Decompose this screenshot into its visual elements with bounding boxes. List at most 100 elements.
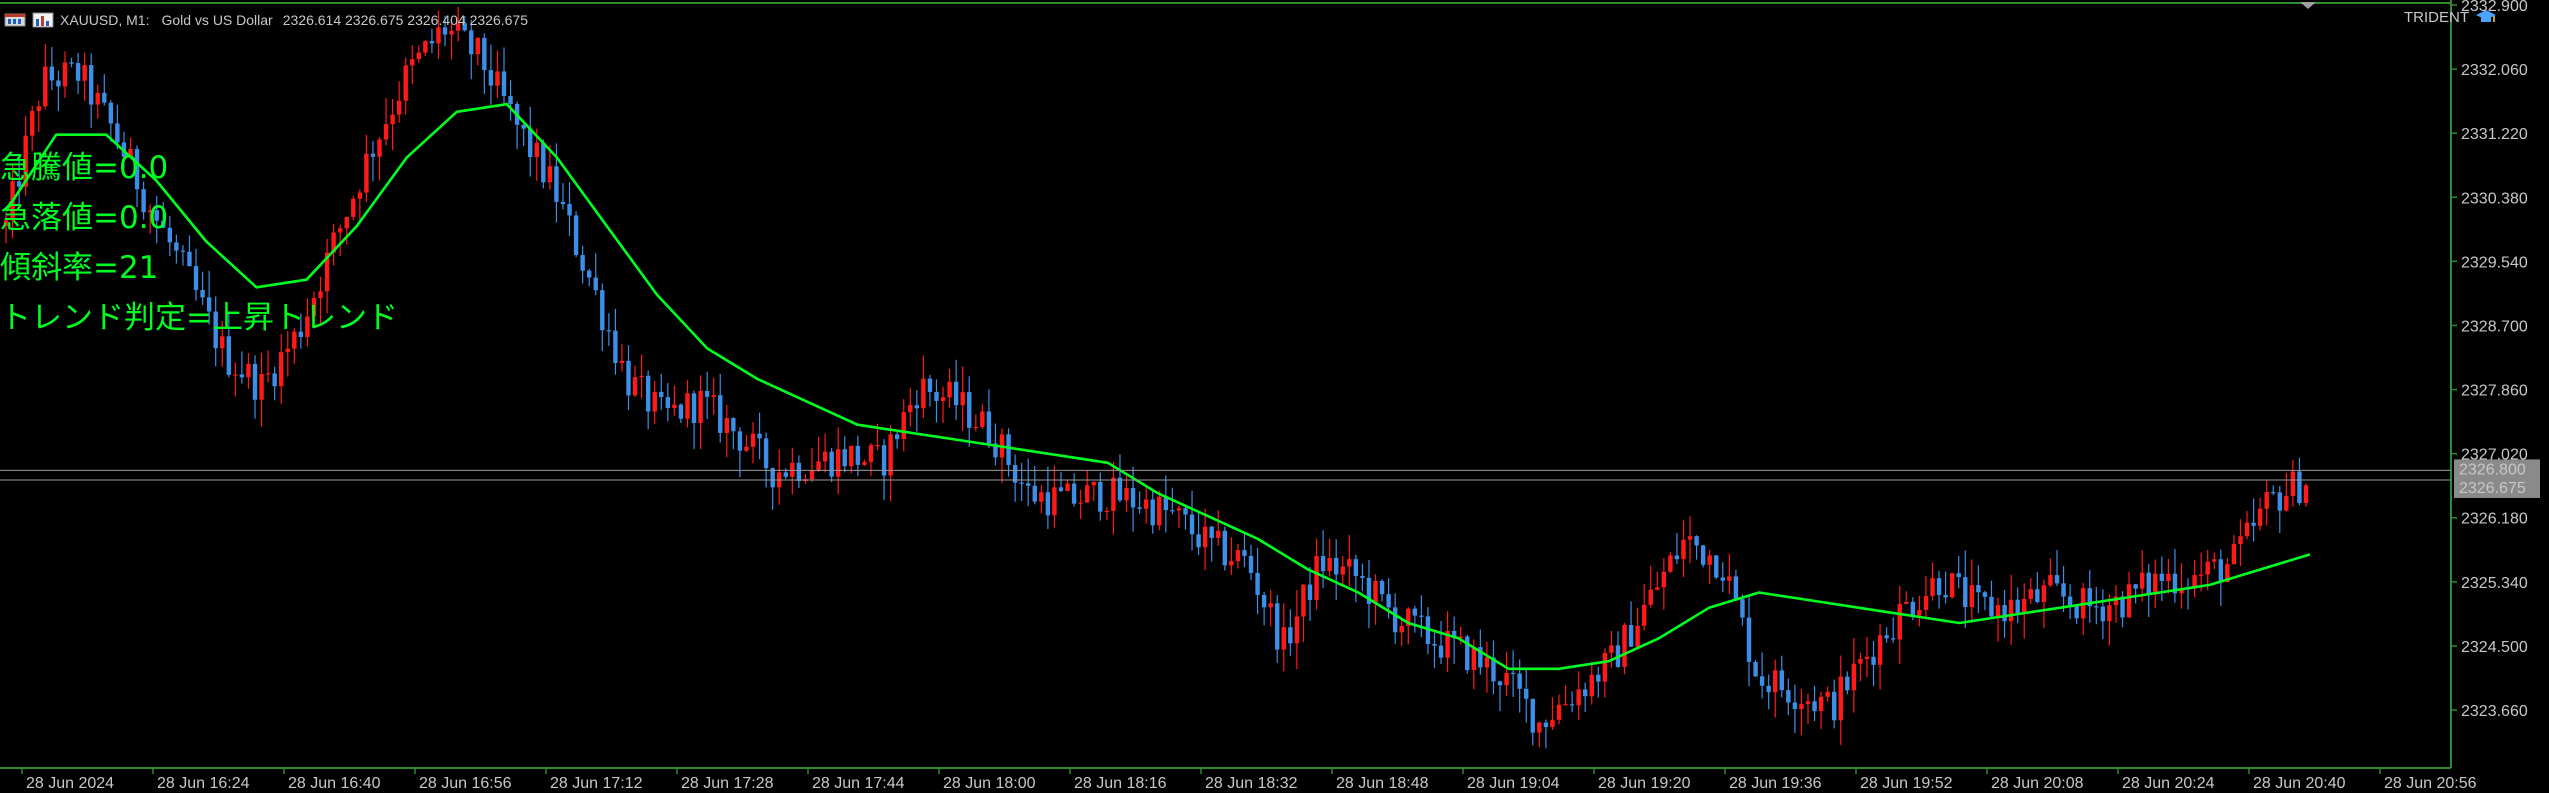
candle-body xyxy=(1091,481,1096,486)
candle-body xyxy=(1432,643,1437,646)
candle-body xyxy=(554,166,559,202)
candle-body xyxy=(1910,601,1916,616)
candle-body xyxy=(1301,584,1306,617)
candle-body xyxy=(1255,572,1260,595)
candle-body xyxy=(285,348,290,353)
candle-body xyxy=(1320,555,1326,572)
candle-body xyxy=(1655,587,1660,590)
candle-body xyxy=(2002,605,2007,622)
candle-body xyxy=(1786,690,1791,703)
candle-body xyxy=(1641,604,1647,626)
x-tick-label: 28 Jun 20:56 xyxy=(2384,775,2477,792)
candle-body xyxy=(69,62,74,64)
x-tick-label: 28 Jun 18:16 xyxy=(1074,775,1167,792)
candle-body xyxy=(1674,555,1680,560)
candle-body xyxy=(180,250,186,252)
candle-body xyxy=(75,63,81,81)
candle-body xyxy=(960,392,965,406)
candle-body xyxy=(1104,510,1110,513)
candle-body xyxy=(894,434,900,440)
candle-body xyxy=(639,375,644,378)
candle-body xyxy=(2028,589,2033,599)
candle-body xyxy=(1550,719,1555,728)
price-tag-label: 2326.675 xyxy=(2459,480,2526,497)
candle-body xyxy=(731,418,736,432)
candle-body xyxy=(2257,508,2263,526)
candle-body xyxy=(750,433,756,447)
candle-body xyxy=(1779,670,1784,691)
candle-body xyxy=(1904,601,1909,604)
candle-body xyxy=(829,451,834,477)
candle-body xyxy=(986,411,992,444)
candle-body xyxy=(1124,487,1129,501)
bar-chart-icon[interactable] xyxy=(32,12,54,28)
price-chart[interactable]: 2332.9002332.0602331.2202330.3802329.540… xyxy=(0,0,2549,793)
candle-body xyxy=(2251,522,2256,526)
candle-body xyxy=(1877,635,1883,665)
chart-shift-marker xyxy=(2300,2,2316,9)
chart-window-icon[interactable] xyxy=(4,12,26,28)
candle-body xyxy=(934,391,939,401)
candle-body xyxy=(1661,571,1667,588)
candle-body xyxy=(1681,539,1686,560)
surge-value-text: 急騰値=0.0 xyxy=(0,150,169,186)
candle-body xyxy=(36,106,41,111)
expert-advisor-label[interactable]: TRIDENT xyxy=(2404,8,2497,26)
candle-body xyxy=(1032,485,1037,502)
candle-body xyxy=(501,71,507,96)
candle-body xyxy=(1058,487,1064,491)
candle-body xyxy=(1543,722,1549,728)
candle-body xyxy=(1176,508,1182,511)
candle-body xyxy=(1019,482,1024,484)
candle-body xyxy=(337,228,343,233)
candle-body xyxy=(2297,471,2302,504)
candle-body xyxy=(2231,543,2237,565)
candle-body xyxy=(1727,576,1732,581)
candle-body xyxy=(1222,530,1228,566)
x-tick-label: 28 Jun 20:24 xyxy=(2122,775,2215,792)
candle-body xyxy=(1989,596,1994,617)
candle-body xyxy=(560,201,566,205)
candle-body xyxy=(2133,584,2138,589)
candle-body xyxy=(908,405,913,413)
candle-body xyxy=(645,375,651,412)
candle-body xyxy=(1720,577,1726,581)
candle-body xyxy=(711,395,716,397)
candle-body xyxy=(200,289,205,298)
candle-body xyxy=(1235,550,1241,562)
candle-body xyxy=(1576,689,1581,706)
candle-body xyxy=(56,80,61,87)
candle-body xyxy=(1825,691,1830,697)
candle-body xyxy=(704,390,710,397)
y-tick-label: 2329.540 xyxy=(2461,254,2528,271)
candle-body xyxy=(1353,559,1359,577)
candle-body xyxy=(1569,704,1575,706)
candle-body xyxy=(1281,627,1286,650)
candle-body xyxy=(1700,545,1706,565)
candle-body xyxy=(580,254,585,271)
candle-body xyxy=(1694,536,1699,546)
candle-body xyxy=(835,449,841,477)
candle-body xyxy=(1917,609,1922,616)
x-tick-label: 28 Jun 19:36 xyxy=(1729,775,1822,792)
candle-body xyxy=(88,65,94,105)
candle-body xyxy=(396,100,402,115)
candle-body xyxy=(2277,492,2282,511)
y-tick-label: 2331.220 xyxy=(2461,126,2528,143)
candle-body xyxy=(2041,585,2047,603)
candle-body xyxy=(1045,492,1051,516)
x-tick-label: 28 Jun 17:28 xyxy=(681,775,774,792)
candle-body xyxy=(1864,656,1870,659)
candle-body xyxy=(2139,572,2145,589)
candle-body xyxy=(1373,580,1378,604)
x-tick-label: 28 Jun 16:56 xyxy=(419,775,512,792)
candle-body xyxy=(1026,483,1031,486)
candle-body xyxy=(1111,477,1116,511)
candle-body xyxy=(1327,558,1332,572)
candle-body xyxy=(1497,681,1503,686)
candle-body xyxy=(233,374,238,376)
chart-header: XAUUSD, M1: Gold vs US Dollar 2326.614 2… xyxy=(4,6,528,34)
candle-body xyxy=(2303,485,2309,504)
candle-body xyxy=(2284,495,2289,511)
x-tick-label: 28 Jun 19:04 xyxy=(1467,775,1560,792)
